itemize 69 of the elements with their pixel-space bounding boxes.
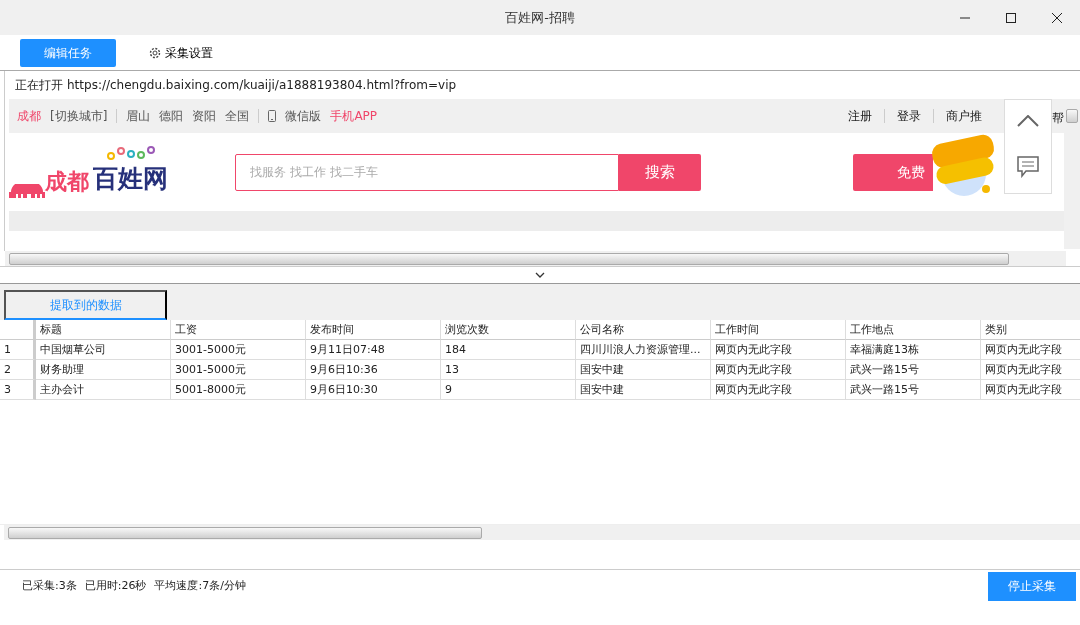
table-cell: 财务助理 [36,360,171,380]
row-number: 1 [0,340,36,360]
logo-city: 成都 [45,167,89,196]
table-cell: 网页内无此字段 [711,340,846,360]
bridge-icon [9,183,45,198]
url-text: https://chengdu.baixing.com/kuaiji/a1888193804.html?from=vip [67,77,457,94]
horizontal-scrollbar[interactable] [5,251,1066,266]
table-cell: 国安中建 [576,360,711,380]
table-cell: 184 [441,340,576,360]
table-cell: 中国烟草公司 [36,340,171,360]
table-cell: 3001-5000元 [171,340,306,360]
horizontal-scrollbar[interactable] [4,525,1080,540]
header-link[interactable]: 登录 [897,107,921,125]
dots-icon [104,146,157,161]
table-cell: 9月11日07:48 [306,340,441,360]
column-header[interactable]: 浏览次数 [441,320,576,340]
toolbar-tab[interactable]: 采集设置 [124,38,237,67]
status-text: 已用时:26秒 [84,577,147,594]
window-title: 百姓网-招聘 [505,8,575,27]
search-field[interactable]: 找服务 找工作 找二手车 [235,153,619,191]
column-header[interactable]: 类别 [981,320,1080,340]
chevron-down-icon[interactable] [535,272,545,278]
city-link[interactable]: 德阳 [159,107,184,125]
header-link[interactable]: 商户推 [946,107,982,125]
column-header[interactable]: 工作时间 [711,320,846,340]
city-link[interactable]: 全国 [225,107,250,125]
maximize-icon[interactable] [1006,12,1016,23]
header-corner [0,320,36,340]
table-cell: 网页内无此字段 [981,380,1080,400]
status-text: 已采集:3条 [22,577,77,594]
search-button[interactable]: 搜索 [619,153,701,191]
column-header[interactable]: 标题 [36,320,171,340]
table-cell: 网页内无此字段 [981,360,1080,380]
table-cell: 武兴一路15号 [846,360,981,380]
status-text: 平均速度:7条/分钟 [154,577,246,594]
row-number: 2 [0,360,36,380]
table-cell: 9月6日10:36 [306,360,441,380]
row-number: 3 [0,380,36,400]
city-link[interactable]: 微信版 [285,107,322,125]
phone-icon [268,110,277,122]
city-link[interactable]: 资阳 [192,107,217,125]
table-cell: 网页内无此字段 [711,380,846,400]
table-cell: 国安中建 [576,380,711,400]
table-cell: 武兴一路15号 [846,380,981,400]
column-header[interactable]: 发布时间 [306,320,441,340]
table-cell: 5001-8000元 [171,380,306,400]
column-header[interactable]: 工作地点 [846,320,981,340]
table-cell: 网页内无此字段 [711,360,846,380]
close-icon[interactable] [1052,12,1062,23]
city-link[interactable]: 眉山 [126,107,151,125]
chat-icon[interactable] [1017,156,1039,179]
table-cell: 网页内无此字段 [981,340,1080,360]
table-cell: 9 [441,380,576,400]
vertical-scrollbar[interactable] [1064,99,1080,249]
column-header[interactable]: 工资 [171,320,306,340]
table-cell: 3001-5000元 [171,360,306,380]
header-link[interactable]: 帮 [1052,109,1064,127]
table-cell: 幸福满庭13栋 [846,340,981,360]
table-cell: 主办会计 [36,380,171,400]
table-cell: 四川川浪人力资源管理... [576,340,711,360]
table-cell: 9月6日10:30 [306,380,441,400]
header-link[interactable]: 注册 [848,107,872,125]
post-button[interactable]: 免费 [853,153,933,191]
loading-label: 正在打开 [15,77,63,94]
table-cell: 13 [441,360,576,380]
logo-name: 百姓网 [93,163,168,196]
city-link[interactable]: [切换城市] [50,107,108,125]
column-header[interactable]: 公司名称 [576,320,711,340]
gear-icon [148,45,162,60]
